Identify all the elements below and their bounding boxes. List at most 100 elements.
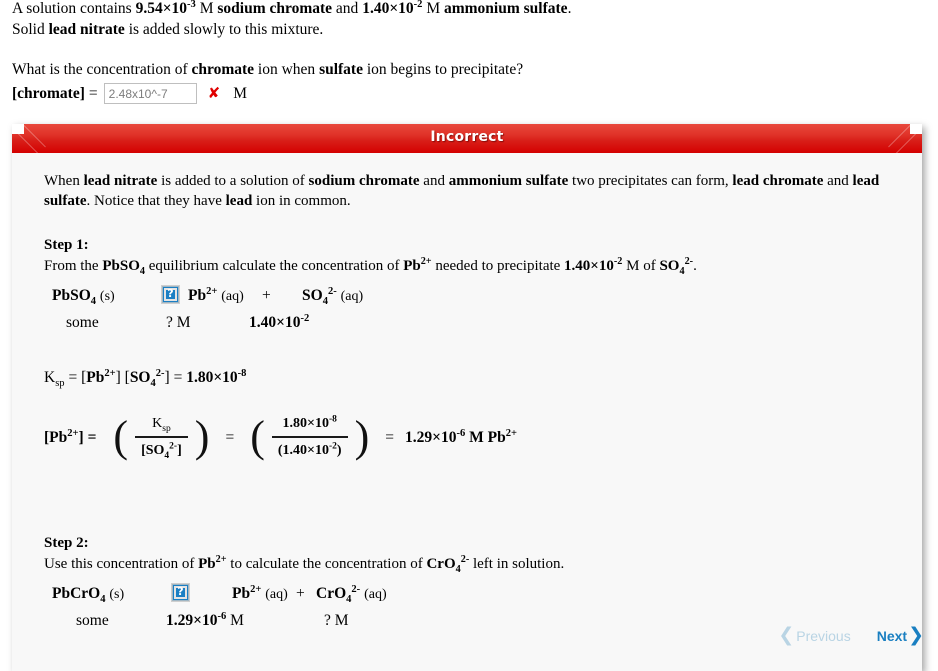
ksp-mid: ] [ <box>115 369 130 386</box>
intro-t3: and <box>419 173 449 189</box>
question-text-pre: A solution contains <box>12 0 136 17</box>
fraction-2-denominator: (1.40×10-2) <box>272 438 348 461</box>
intro-t2: is added to a solution of <box>157 173 309 189</box>
solve-op-1: = <box>225 428 235 446</box>
step-2-reaction: PbCrO4 (s) Pb2+ (aq) + CrO42- (aq) some … <box>44 582 892 632</box>
rxn1-product2-amount: 1.40×10-2 <box>249 313 309 333</box>
rxn2-reactant: PbCrO4 (s) <box>52 584 124 605</box>
solve-op-2: = <box>385 428 394 446</box>
fraction-1-denominator: [SO42-] <box>135 438 188 461</box>
rxn1-reactant: PbSO4 (s) <box>52 286 115 307</box>
rxn2-product1-amount-unit: M <box>226 612 244 629</box>
concentration-2: 1.40×10-2 <box>362 0 422 17</box>
rxn2-product2-phase: (aq) <box>364 587 387 602</box>
solid-text-end: is added slowly to this mixture. <box>124 21 324 38</box>
rxn2-product2-sub: 4 <box>346 594 352 606</box>
rxn2-product2-base: CrO <box>316 585 347 602</box>
period-1: . <box>567 0 572 17</box>
frac1-den-sup: 2- <box>169 441 178 452</box>
s1-mid: equilibrium calculate the concentration … <box>144 258 404 274</box>
previous-button[interactable]: ❮ Previous <box>778 626 850 645</box>
s2-ion-sup: 2+ <box>215 554 227 565</box>
rxn1-product1-base: Pb <box>188 287 207 304</box>
ksp-ion2-base: SO <box>129 369 151 386</box>
ksp-ion-pb: Pb2+ <box>86 368 115 386</box>
prompt-pre: What is the concentration of <box>12 61 192 78</box>
intro-ammonium-sulfate: ammonium sulfate <box>448 173 569 189</box>
conjunction-and: and <box>332 0 363 17</box>
frac1-num-sub: sp <box>162 423 171 434</box>
rxn1-product2-amount-exp: -2 <box>300 312 310 324</box>
solve-lhs-base: [Pb <box>44 428 68 446</box>
s2-ion2-base: CrO <box>426 556 456 572</box>
feedback-banner: Incorrect <box>12 124 922 153</box>
intro-lead-nitrate: lead nitrate <box>83 173 158 189</box>
rxn1-reactant-amount: some <box>66 314 99 331</box>
prompt-end: ion begins to precipitate? <box>362 61 524 78</box>
ksp-value-exp: -8 <box>237 367 247 379</box>
species-ammonium-sulfate: ammonium sulfate <box>443 0 568 17</box>
solve-lhs: [Pb2+] = <box>44 428 96 448</box>
s1-mid3: M of <box>622 258 660 274</box>
solve-result: 1.29×10-6 M Pb2+ <box>405 428 517 448</box>
solid-text-pre: Solid <box>12 21 49 38</box>
ksp-eq2: ] = <box>164 369 187 386</box>
s2-pre: Use this concentration of <box>44 556 199 572</box>
step-2-heading: Step 2: <box>44 535 89 551</box>
s1-ion-pb: Pb2+ <box>403 256 431 274</box>
s2-ion-base: Pb <box>198 556 216 572</box>
rxn2-plus: + <box>296 585 305 602</box>
s1-conc-mantissa: 1.40×10 <box>564 258 614 274</box>
next-button[interactable]: Next ❯ <box>877 626 924 645</box>
ksp-eq1: = [ <box>64 369 87 386</box>
ksp-ion2-sub: 4 <box>150 378 156 390</box>
chromate-answer-input[interactable] <box>103 83 197 104</box>
step-1-reaction: PbSO4 (s) Pb2+ (aq) + SO42- (aq) some ? … <box>44 284 892 334</box>
rxn1-equilibrium-arrow <box>162 286 179 306</box>
answer-row: [chromate] = ✘ M <box>12 83 926 104</box>
step-2-text: Use this concentration of Pb2+ to calcul… <box>44 554 892 574</box>
paren-close-2: ) <box>354 412 370 462</box>
concentration-1-exponent: -3 <box>187 0 196 10</box>
paren-open-2: ( <box>250 412 265 462</box>
intro-t7: ion in common. <box>252 193 351 209</box>
rxn2-product1-sup: 2+ <box>250 583 262 595</box>
frac2-den-end: ) <box>336 443 342 458</box>
rxn1-product-1: Pb2+ (aq) <box>188 286 244 307</box>
fraction-1-numerator: Ksp <box>146 414 177 436</box>
s1-end: . <box>693 258 697 274</box>
solve-result-exp: -6 <box>456 427 466 439</box>
s1-formula-pbso4: PbSO4 <box>102 258 145 277</box>
ksp-ion2-sup: 2- <box>155 367 165 379</box>
solve-result-unit: M Pb <box>465 428 506 446</box>
frac1-num-base: K <box>152 416 163 431</box>
rxn2-product-1: Pb2+ (aq) <box>232 584 288 605</box>
rxn1-product2-base: SO <box>302 287 323 304</box>
s1-formula-base: PbSO <box>102 258 140 274</box>
species-sodium-chromate: sodium chromate <box>217 0 333 17</box>
rxn2-product2-sup: 2- <box>351 583 361 595</box>
s1-ion-base: Pb <box>403 258 421 274</box>
rxn1-product1-phase: (aq) <box>221 289 244 304</box>
equals-sign: = <box>88 84 98 102</box>
feedback-panel: Incorrect When lead nitrate is added to … <box>12 124 922 671</box>
unit-molar-2: M <box>422 0 444 17</box>
solve-result-unit-sup: 2+ <box>505 427 517 439</box>
rxn2-reactant-sub: 4 <box>100 594 106 606</box>
s1-ion2-sup: 2- <box>684 256 694 267</box>
s2-ion-pb: Pb2+ <box>198 554 227 572</box>
rxn2-reactant-amount: some <box>76 612 109 629</box>
ksp-value-mantissa: 1.80×10 <box>186 369 238 386</box>
frac1-den-end: ] <box>177 443 182 458</box>
s2-end: left in solution. <box>469 556 565 572</box>
ksp-value: 1.80×10-8 <box>186 367 247 386</box>
prompt-mid: ion when <box>254 61 320 78</box>
rxn2-reactant-phase: (s) <box>109 587 125 602</box>
intro-lead-chromate: lead chromate <box>732 173 824 189</box>
frac1-den-base: [SO <box>141 443 165 458</box>
paren-close-1: ) <box>194 412 210 462</box>
intro-lead: lead <box>225 193 253 209</box>
s1-ion-so4: SO42- <box>659 256 694 276</box>
s1-conc: 1.40×10-2 <box>564 256 622 274</box>
concentration-1: 9.54×10-3 <box>136 0 196 17</box>
